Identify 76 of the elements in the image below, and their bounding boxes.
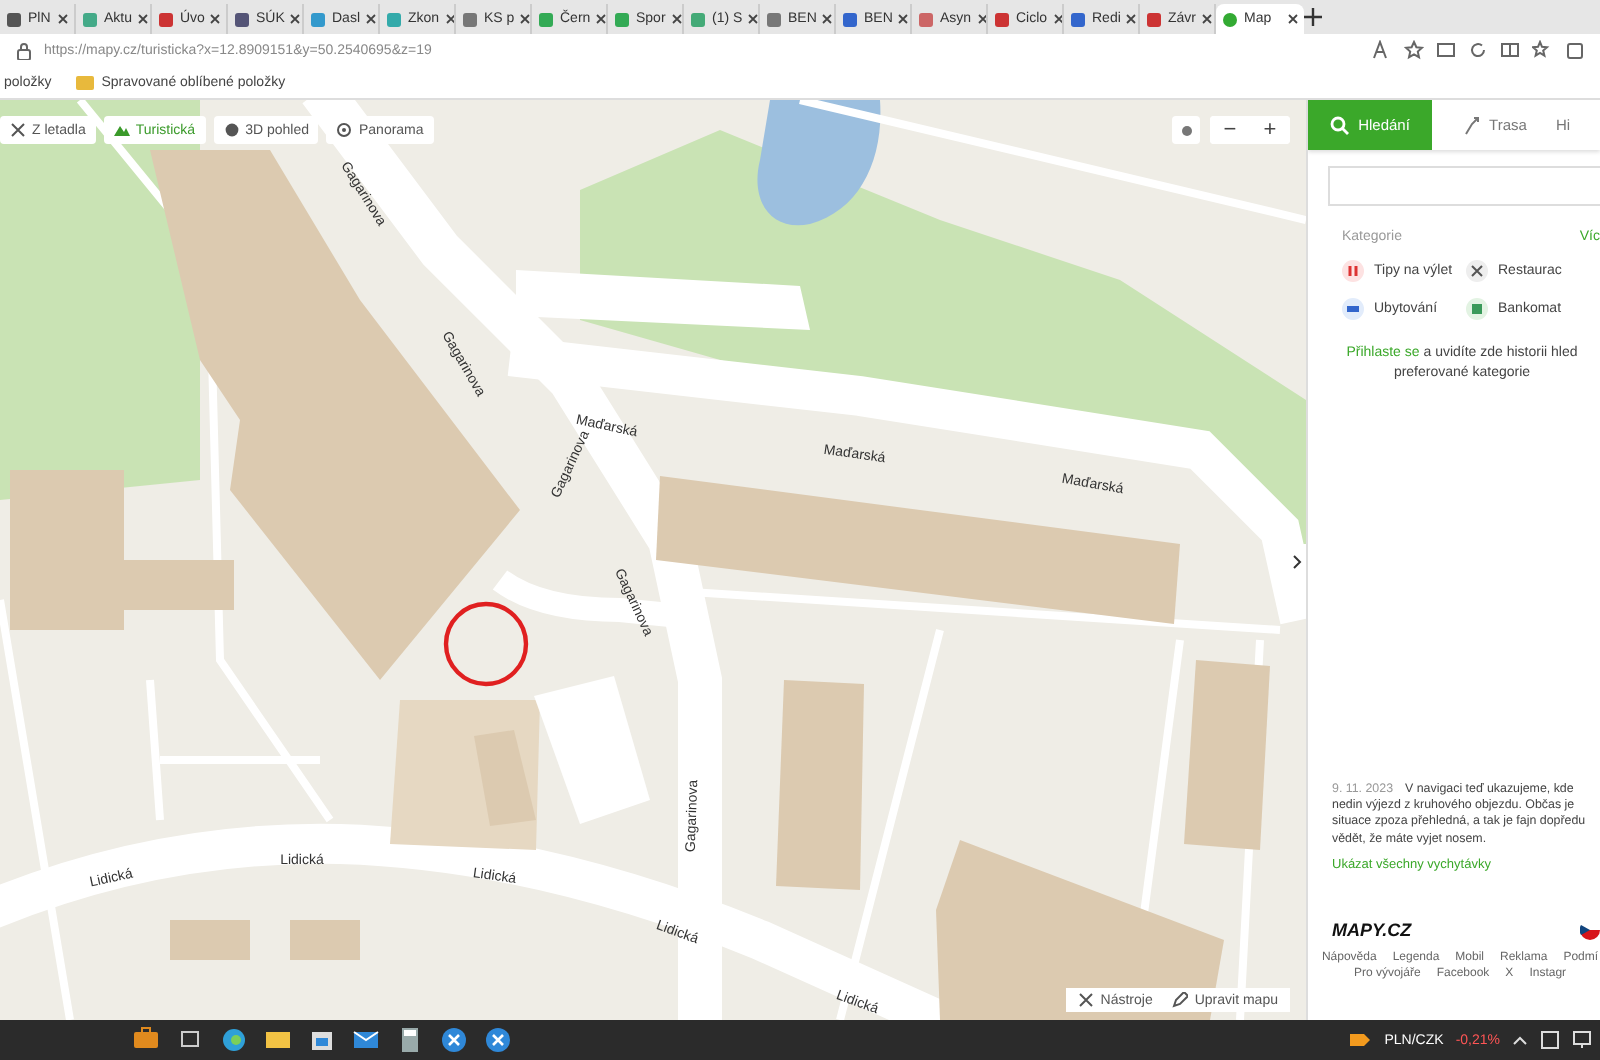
- folder-icon[interactable]: [264, 1026, 292, 1054]
- monitor-icon[interactable]: [1572, 1030, 1592, 1050]
- close-icon[interactable]: [1053, 14, 1062, 24]
- close-icon[interactable]: [596, 14, 606, 24]
- star-icon[interactable]: [1404, 40, 1424, 60]
- calculator-icon[interactable]: [396, 1026, 424, 1054]
- site-icon: [6, 11, 22, 27]
- site-icon: [690, 11, 706, 27]
- split-icon[interactable]: [1500, 40, 1520, 60]
- briefcase-icon[interactable]: [132, 1026, 160, 1054]
- close-icon[interactable]: [58, 14, 68, 24]
- search-icon: [1330, 115, 1351, 135]
- site-icon: [1222, 11, 1238, 27]
- globe-icon: [223, 122, 240, 138]
- close-icon[interactable]: [445, 14, 454, 24]
- close-icon[interactable]: [210, 14, 221, 24]
- tray-icon[interactable]: [1540, 1030, 1560, 1050]
- browser-icon[interactable]: [220, 1026, 248, 1054]
- close-icon[interactable]: [1126, 14, 1137, 24]
- close-icon[interactable]: [671, 14, 682, 24]
- app-icon[interactable]: [484, 1026, 512, 1054]
- site-icon: [538, 11, 554, 27]
- tips-icon: [1342, 260, 1364, 282]
- site-icon: [310, 11, 326, 27]
- route-icon: [1461, 115, 1482, 135]
- site-icon: [614, 11, 630, 27]
- cutlery-icon: [1466, 260, 1488, 282]
- lake: [757, 100, 881, 226]
- close-icon[interactable]: [290, 14, 301, 24]
- site-icon: [82, 11, 98, 27]
- collections-icon[interactable]: [1564, 40, 1584, 60]
- app-icon[interactable]: [440, 1026, 468, 1054]
- chevron-icon: [1291, 554, 1301, 570]
- mountain-icon: [113, 122, 130, 138]
- marker-circle: [443, 601, 529, 687]
- locate-button[interactable]: [1172, 116, 1200, 144]
- pencil-icon: [1172, 992, 1189, 1008]
- logo: MAPY.CZ: [1332, 920, 1412, 940]
- site-icon: [234, 11, 250, 27]
- close-icon[interactable]: [748, 14, 758, 24]
- close-icon[interactable]: [1202, 14, 1212, 24]
- close-icon[interactable]: [1288, 14, 1298, 24]
- site-icon: [462, 11, 478, 27]
- flag-icon: [1580, 920, 1600, 940]
- close-icon[interactable]: [822, 14, 833, 24]
- close-icon[interactable]: [366, 14, 377, 24]
- locate-icon: [1179, 123, 1193, 137]
- site-icon: [386, 11, 402, 27]
- site-icon: [1146, 11, 1162, 27]
- mail-icon[interactable]: [352, 1026, 380, 1054]
- close-icon[interactable]: [138, 14, 149, 24]
- site-icon: [994, 11, 1010, 27]
- store-icon[interactable]: [308, 1026, 336, 1054]
- close-icon[interactable]: [977, 14, 986, 24]
- refresh-icon[interactable]: [1468, 40, 1488, 60]
- read-aloud-icon[interactable]: [1372, 40, 1392, 60]
- close-icon[interactable]: [898, 14, 909, 24]
- site-icon: [918, 11, 934, 27]
- currency-icon: [1348, 1030, 1373, 1050]
- folder-icon: [75, 75, 94, 89]
- new-tab-icon[interactable]: [1304, 8, 1322, 26]
- building: [170, 920, 250, 960]
- panorama-icon: [336, 122, 353, 138]
- favorites-icon[interactable]: [1532, 40, 1552, 60]
- site-icon: [766, 11, 782, 27]
- site-icon: [842, 11, 858, 27]
- atm-icon: [1466, 298, 1488, 320]
- caret-icon[interactable]: [1512, 1034, 1528, 1046]
- site-icon: [158, 11, 174, 27]
- building: [290, 920, 360, 960]
- close-icon[interactable]: [520, 14, 530, 24]
- search-field[interactable]: [1328, 166, 1600, 206]
- lock-icon: [16, 41, 32, 59]
- sidebar-icon[interactable]: [1436, 40, 1456, 60]
- site-icon: [1070, 11, 1086, 27]
- bed-icon: [1342, 298, 1364, 320]
